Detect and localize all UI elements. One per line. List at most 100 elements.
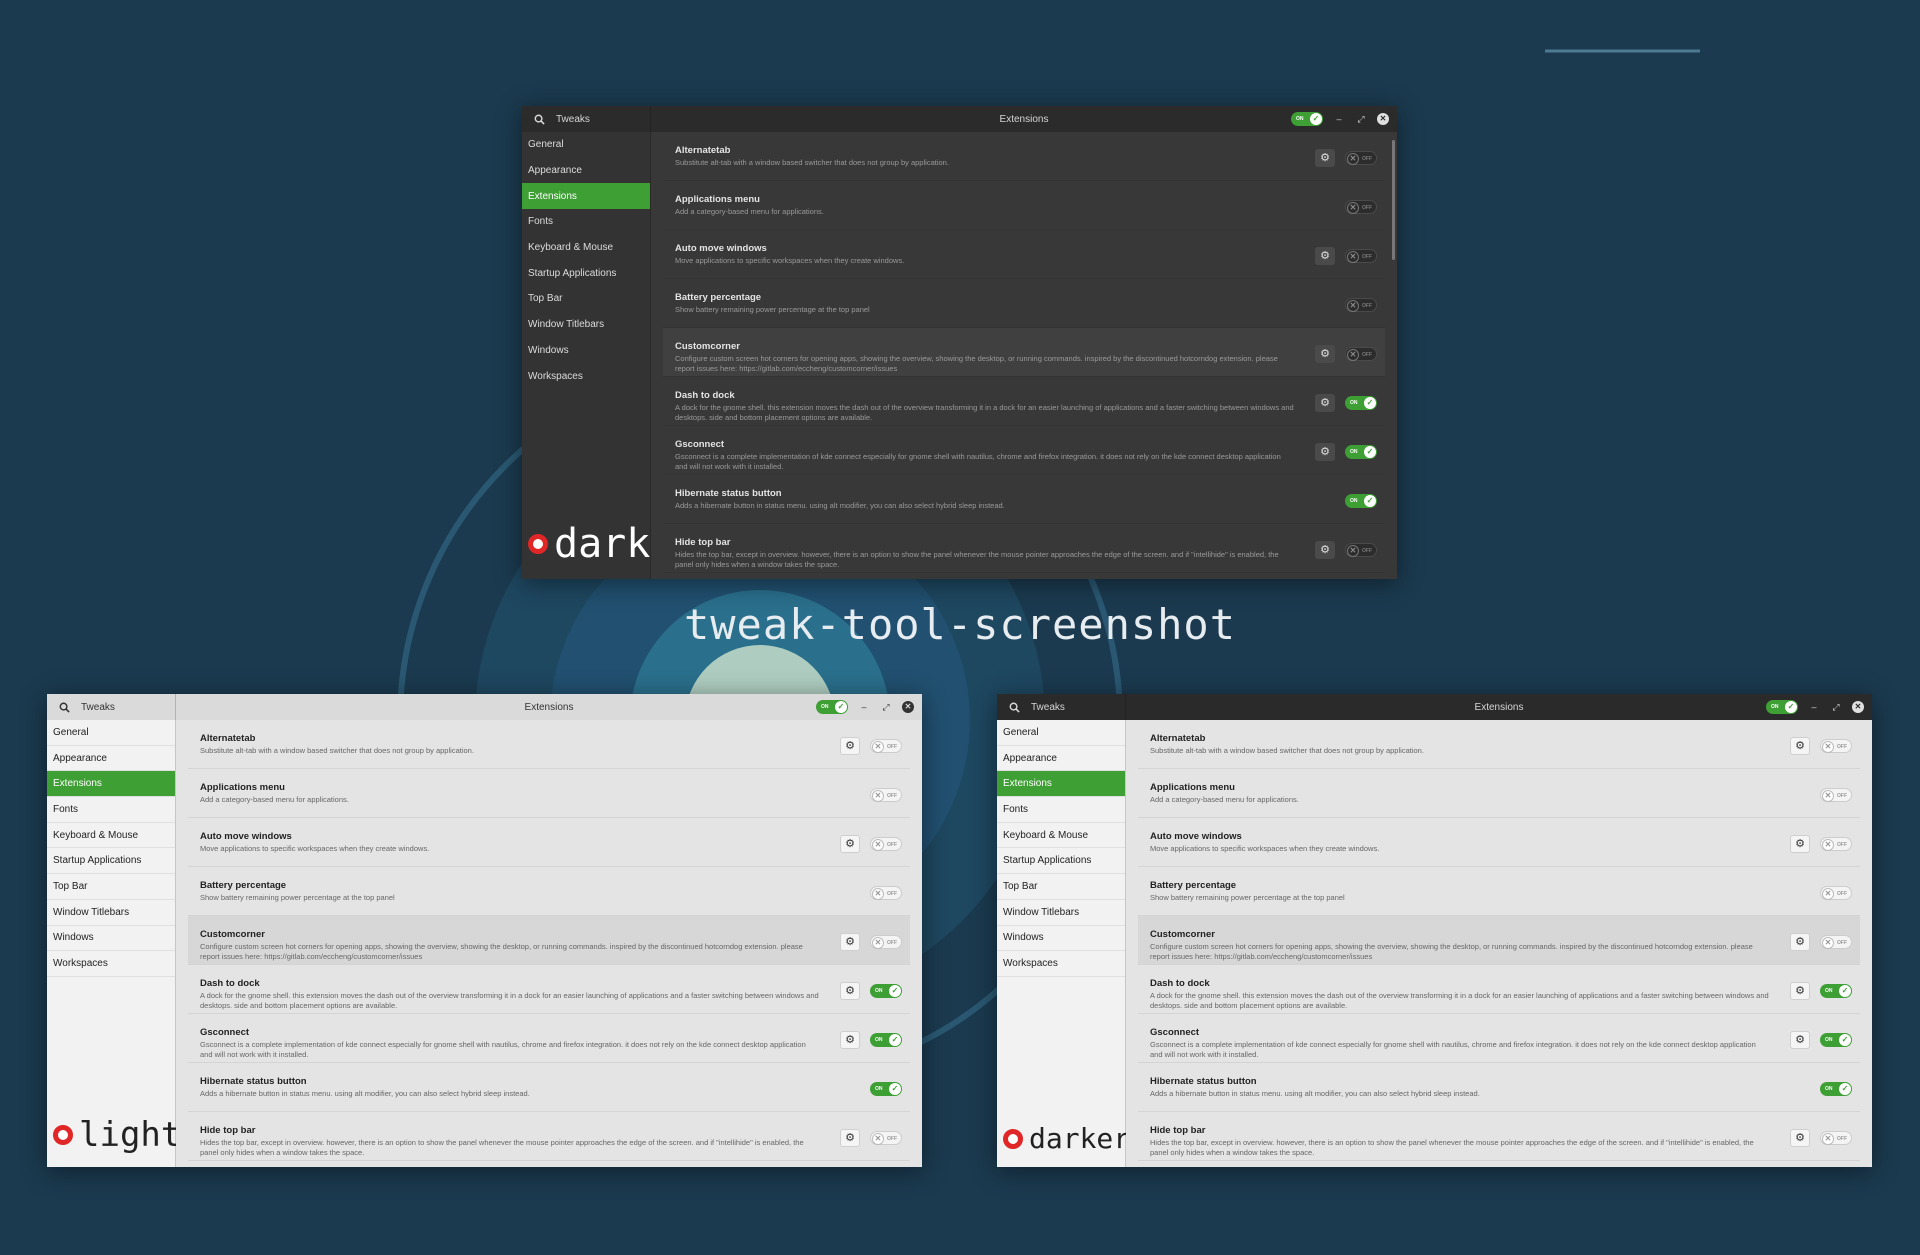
sidebar-item-window-titlebars[interactable]: Window Titlebars (997, 900, 1125, 926)
gear-icon[interactable]: ⚙ (1315, 149, 1335, 167)
search-icon[interactable] (997, 694, 1031, 720)
toggle-switch-off[interactable]: OFF ✕ (870, 1131, 902, 1145)
toggle-switch-off[interactable]: OFF ✕ (1820, 935, 1852, 949)
gear-icon[interactable]: ⚙ (1790, 1129, 1810, 1147)
search-icon[interactable] (47, 694, 81, 720)
toggle-switch-on[interactable]: ON ✓ (870, 984, 902, 998)
sidebar-item-appearance[interactable]: Appearance (47, 746, 175, 772)
gear-icon[interactable]: ⚙ (840, 1129, 860, 1147)
gear-icon[interactable]: ⚙ (1790, 982, 1810, 1000)
sidebar-item-keyboard-mouse[interactable]: Keyboard & Mouse (47, 823, 175, 849)
sidebar-item-workspaces[interactable]: Workspaces (997, 951, 1125, 977)
toggle-switch-on[interactable]: ON ✓ (1345, 396, 1377, 410)
x-icon: ✕ (1822, 790, 1834, 802)
sidebar-item-workspaces[interactable]: Workspaces (522, 363, 650, 389)
minimize-icon[interactable]: – (1333, 113, 1345, 125)
sidebar-item-extensions[interactable]: Extensions (522, 183, 650, 210)
toggle-switch-on[interactable]: ON ✓ (1820, 984, 1852, 998)
toggle-switch-on[interactable]: ON ✓ (1291, 112, 1323, 126)
gear-icon[interactable]: ⚙ (1790, 933, 1810, 951)
gear-icon[interactable]: ⚙ (840, 835, 860, 853)
maximize-icon[interactable]: ⤢ (1355, 113, 1367, 125)
toggle-switch-off[interactable]: OFF ✕ (1820, 739, 1852, 753)
sidebar-item-window-titlebars[interactable]: Window Titlebars (47, 900, 175, 926)
gear-icon[interactable]: ⚙ (1315, 443, 1335, 461)
theme-badge: darker (1003, 1122, 1130, 1155)
sidebar-item-general[interactable]: General (997, 720, 1125, 746)
toggle-switch-off[interactable]: OFF ✕ (1820, 837, 1852, 851)
gear-icon[interactable]: ⚙ (1315, 247, 1335, 265)
gear-icon[interactable]: ⚙ (840, 1031, 860, 1049)
sidebar-item-appearance[interactable]: Appearance (522, 158, 650, 184)
close-icon[interactable]: ✕ (1377, 113, 1389, 125)
gear-icon[interactable]: ⚙ (840, 737, 860, 755)
toggle-switch-off[interactable]: OFF ✕ (870, 837, 902, 851)
gear-icon[interactable]: ⚙ (1315, 345, 1335, 363)
gear-icon[interactable]: ⚙ (840, 933, 860, 951)
gear-icon[interactable]: ⚙ (1790, 1031, 1810, 1049)
sidebar-item-window-titlebars[interactable]: Window Titlebars (522, 312, 650, 338)
close-icon[interactable]: ✕ (902, 701, 914, 713)
sidebar-item-general[interactable]: General (522, 132, 650, 158)
sidebar-item-windows[interactable]: Windows (522, 338, 650, 364)
extension-name: Applications menu (200, 782, 285, 793)
gear-icon[interactable]: ⚙ (1790, 737, 1810, 755)
toggle-switch-off[interactable]: OFF ✕ (1345, 347, 1377, 361)
scrollbar[interactable] (1392, 140, 1395, 260)
sidebar-item-windows[interactable]: Windows (47, 926, 175, 952)
maximize-icon[interactable]: ⤢ (1830, 701, 1842, 713)
sidebar-item-extensions[interactable]: Extensions (47, 771, 175, 798)
toggle-switch-off[interactable]: OFF ✕ (870, 886, 902, 900)
toggle-switch-off[interactable]: OFF ✕ (1820, 886, 1852, 900)
sidebar-item-general[interactable]: General (47, 720, 175, 746)
sidebar-item-fonts[interactable]: Fonts (997, 797, 1125, 823)
sidebar-item-fonts[interactable]: Fonts (47, 797, 175, 823)
extension-row: Auto move windows Move applications to sp… (188, 818, 910, 867)
toggle-switch-off[interactable]: OFF ✕ (1345, 249, 1377, 263)
toggle-switch-on[interactable]: ON ✓ (1820, 1033, 1852, 1047)
toggle-switch-on[interactable]: ON ✓ (1345, 445, 1377, 459)
extension-description: Substitute alt-tab with a window based s… (1150, 746, 1424, 755)
sidebar-item-windows[interactable]: Windows (997, 926, 1125, 952)
toggle-switch-off[interactable]: OFF ✕ (1820, 788, 1852, 802)
theme-variant-label: darker (1029, 1122, 1131, 1155)
toggle-switch-on[interactable]: ON ✓ (816, 700, 848, 714)
toggle-switch-on[interactable]: ON ✓ (1820, 1082, 1852, 1096)
toggle-switch-on[interactable]: ON ✓ (1766, 700, 1798, 714)
search-icon[interactable] (522, 106, 556, 132)
sidebar-item-top-bar[interactable]: Top Bar (47, 874, 175, 900)
minimize-icon[interactable]: – (1808, 701, 1820, 713)
toggle-switch-off[interactable]: OFF ✕ (1820, 1131, 1852, 1145)
toggle-switch-on[interactable]: ON ✓ (1345, 494, 1377, 508)
sidebar-item-appearance[interactable]: Appearance (997, 746, 1125, 772)
gear-icon[interactable]: ⚙ (1790, 835, 1810, 853)
gear-icon[interactable]: ⚙ (1315, 541, 1335, 559)
sidebar-item-startup-applications[interactable]: Startup Applications (522, 260, 650, 286)
gear-icon[interactable]: ⚙ (1315, 394, 1335, 412)
extension-controls: ON ✓ (840, 1080, 902, 1098)
toggle-switch-off[interactable]: OFF ✕ (1345, 298, 1377, 312)
toggle-switch-off[interactable]: OFF ✕ (1345, 543, 1377, 557)
toggle-switch-on[interactable]: ON ✓ (870, 1082, 902, 1096)
sidebar-item-top-bar[interactable]: Top Bar (997, 874, 1125, 900)
toggle-switch-off[interactable]: OFF ✕ (1345, 200, 1377, 214)
toggle-switch-off[interactable]: OFF ✕ (870, 739, 902, 753)
maximize-icon[interactable]: ⤢ (880, 701, 892, 713)
toggle-switch-off[interactable]: OFF ✕ (870, 935, 902, 949)
toggle-switch-off[interactable]: OFF ✕ (870, 788, 902, 802)
sidebar-item-fonts[interactable]: Fonts (522, 209, 650, 235)
sidebar-item-workspaces[interactable]: Workspaces (47, 951, 175, 977)
close-icon[interactable]: ✕ (1852, 701, 1864, 713)
gear-icon[interactable]: ⚙ (840, 982, 860, 1000)
minimize-icon[interactable]: – (858, 701, 870, 713)
sidebar-item-keyboard-mouse[interactable]: Keyboard & Mouse (522, 235, 650, 261)
sidebar-item-keyboard-mouse[interactable]: Keyboard & Mouse (997, 823, 1125, 849)
toggle-switch-off[interactable]: OFF ✕ (1345, 151, 1377, 165)
sidebar-item-top-bar[interactable]: Top Bar (522, 286, 650, 312)
sidebar-item-startup-applications[interactable]: Startup Applications (47, 848, 175, 875)
sidebar-item-startup-applications[interactable]: Startup Applications (997, 848, 1125, 875)
sidebar-item-extensions[interactable]: Extensions (997, 771, 1125, 798)
toggle-switch-on[interactable]: ON ✓ (870, 1033, 902, 1047)
toggle-label: ON (821, 704, 829, 710)
extension-row: Gsconnect Gsconnect is a complete impleme… (1138, 1014, 1860, 1063)
